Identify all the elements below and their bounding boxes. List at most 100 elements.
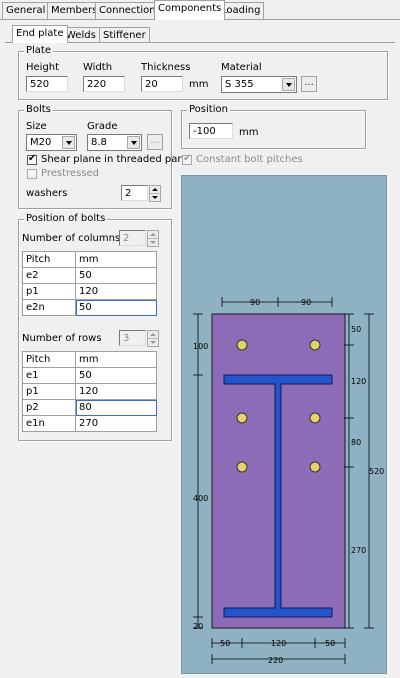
bolt: [236, 339, 248, 351]
pitch-value-cell[interactable]: 50: [75, 367, 157, 384]
subtab-end-plate[interactable]: End plate: [12, 25, 68, 43]
spin-up-icon[interactable]: [148, 231, 158, 239]
pitch-value-cell[interactable]: 50: [75, 299, 157, 316]
end-plate-drawing: 90 90 100 400 20 50 120 80 270 520 50 12…: [193, 297, 384, 665]
pitch-name-cell: e1n: [22, 415, 76, 432]
columns-input[interactable]: [119, 230, 146, 246]
table-row: e1n 270: [22, 415, 157, 432]
dim-label: 220: [268, 656, 283, 665]
columns-spinner[interactable]: [147, 230, 159, 247]
bolt-grade-select[interactable]: 8.8: [87, 134, 142, 151]
prestressed-checkbox[interactable]: [27, 169, 37, 179]
pitch-name-cell: e1: [22, 367, 76, 384]
width-input[interactable]: [83, 76, 125, 92]
bolt-grade-value: 8.8: [91, 137, 107, 148]
bolts-group-title: Bolts: [24, 104, 53, 116]
table-header-row: Pitch mm: [22, 351, 157, 368]
pitch-value-cell[interactable]: 120: [75, 383, 157, 400]
width-label: Width: [83, 62, 113, 73]
pitch-name-cell: p2: [22, 399, 76, 416]
washers-spinner[interactable]: [149, 185, 161, 202]
chevron-down-icon[interactable]: [127, 136, 140, 149]
plate-group: Plate: [18, 45, 388, 100]
thickness-label: Thickness: [141, 62, 191, 73]
subtab-stiffener[interactable]: Stiffener: [99, 27, 150, 43]
bolt: [309, 412, 321, 424]
dim-label: 400: [193, 494, 208, 503]
bolt: [236, 412, 248, 424]
dim-label: 100: [193, 342, 208, 351]
spin-down-icon[interactable]: [148, 339, 158, 346]
grade-browse-button[interactable]: ...: [147, 134, 163, 150]
material-select[interactable]: S 355: [221, 76, 297, 93]
pitch-value-cell[interactable]: 80: [75, 399, 157, 416]
size-label: Size: [26, 121, 47, 132]
shear-plane-label: Shear plane in threaded part: [41, 154, 186, 165]
rows-table: Pitch mm e1 50 p1 120 p2 80 e1n 270: [22, 351, 157, 432]
spin-up-icon[interactable]: [148, 331, 158, 339]
pitch-name-cell: e2n: [22, 299, 76, 316]
thickness-unit: mm: [189, 79, 209, 90]
bolt: [236, 461, 248, 473]
pitch-name-cell: e2: [22, 267, 76, 284]
bolt-positions-title: Position of bolts: [24, 213, 108, 225]
height-label: Height: [26, 62, 60, 73]
position-group-title: Position: [187, 104, 230, 116]
dim-label: 50: [220, 639, 230, 648]
dim-label: 50: [351, 325, 361, 334]
pitch-value-cell[interactable]: 120: [75, 283, 157, 300]
tab-components[interactable]: Components: [154, 0, 226, 20]
rows-input[interactable]: [119, 330, 146, 346]
pitch-value-cell[interactable]: 50: [75, 267, 157, 284]
dim-label: 270: [351, 546, 366, 555]
dim-label: 90: [301, 298, 311, 307]
tab-members[interactable]: Members: [47, 2, 102, 19]
washers-input[interactable]: [121, 185, 148, 201]
column-header: mm: [75, 251, 157, 268]
column-header: mm: [75, 351, 157, 368]
bolt: [309, 461, 321, 473]
rows-label: Number of rows: [22, 333, 102, 344]
dim-label: 120: [351, 377, 366, 386]
bolt: [309, 339, 321, 351]
tab-connection[interactable]: Connection: [95, 2, 160, 19]
tab-general[interactable]: General: [2, 2, 50, 19]
pitch-name-cell: p1: [22, 283, 76, 300]
table-row: e2 50: [22, 267, 157, 284]
height-input[interactable]: [26, 76, 68, 92]
spin-down-icon[interactable]: [148, 239, 158, 246]
thickness-input[interactable]: [141, 76, 183, 92]
dim-label: 120: [271, 639, 286, 648]
end-plate-preview: 90 90 100 400 20 50 120 80 270 520 50 12…: [181, 175, 387, 674]
rows-spinner[interactable]: [147, 330, 159, 347]
pitch-value-cell[interactable]: 270: [75, 415, 157, 432]
pitch-name-cell: p1: [22, 383, 76, 400]
constant-pitches-label: Constant bolt pitches: [196, 154, 303, 165]
subtab-welds[interactable]: Welds: [62, 27, 100, 43]
chevron-down-icon[interactable]: [282, 78, 295, 91]
spin-down-icon[interactable]: [150, 194, 160, 201]
dim-label: 80: [351, 438, 361, 447]
spin-up-icon[interactable]: [150, 186, 160, 194]
position-unit: mm: [239, 127, 259, 138]
bolt-size-select[interactable]: M20: [26, 134, 77, 151]
shear-plane-checkbox[interactable]: [27, 153, 37, 165]
grade-label: Grade: [87, 121, 118, 132]
table-row: e1 50: [22, 367, 157, 384]
material-label: Material: [221, 62, 262, 73]
dim-label: 90: [250, 298, 260, 307]
washers-label: washers: [26, 188, 68, 199]
columns-label: Number of columns: [22, 233, 121, 244]
column-header: Pitch: [22, 351, 76, 368]
table-row: p2 80: [22, 399, 157, 416]
material-browse-button[interactable]: ...: [301, 76, 317, 92]
dim-label: 520: [369, 467, 384, 476]
material-value: S 355: [225, 79, 254, 90]
position-input[interactable]: [189, 123, 233, 139]
table-row: e2n 50: [22, 299, 157, 316]
chevron-down-icon[interactable]: [62, 136, 75, 149]
dim-label: 20: [193, 622, 203, 631]
column-header: Pitch: [22, 251, 76, 268]
plate-group-title: Plate: [24, 45, 54, 57]
constant-pitches-checkbox[interactable]: [182, 153, 192, 165]
